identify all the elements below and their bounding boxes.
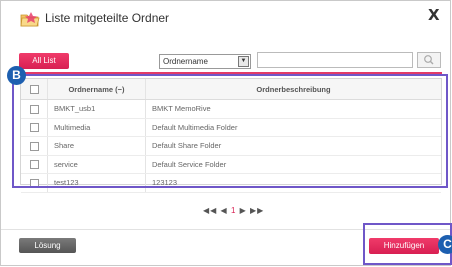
annotation-badge-b: B [7,66,26,85]
first-page-icon[interactable]: ◀◀ [203,206,217,215]
current-page-number[interactable]: 1 [231,206,236,215]
losung-button[interactable]: Lösung [19,238,76,253]
annotation-badge-c: C [438,235,452,254]
close-button[interactable]: X [428,6,440,24]
filter-select-value: Ordnername [163,57,208,66]
title-bar: Liste mitgeteilte Ordner X [1,1,452,35]
search-icon [424,55,434,65]
last-page-icon[interactable]: ▶▶ [250,206,264,215]
search-input[interactable] [257,52,413,68]
chevron-down-icon[interactable]: ▼ [238,56,249,67]
search-button[interactable] [417,52,441,68]
dialog-title: Liste mitgeteilte Ordner [45,11,170,25]
annotation-frame-b [12,74,448,188]
pagination: ◀◀ ◀ 1 ▶ ▶▶ [203,206,264,215]
next-page-icon[interactable]: ▶ [240,206,247,215]
dialog: Liste mitgeteilte Ordner X All List Ordn… [0,0,452,266]
shared-folder-icon [20,11,40,27]
all-list-button[interactable]: All List [19,53,69,69]
filter-select[interactable]: Ordnername ▼ [159,54,251,69]
prev-page-icon[interactable]: ◀ [221,206,228,215]
